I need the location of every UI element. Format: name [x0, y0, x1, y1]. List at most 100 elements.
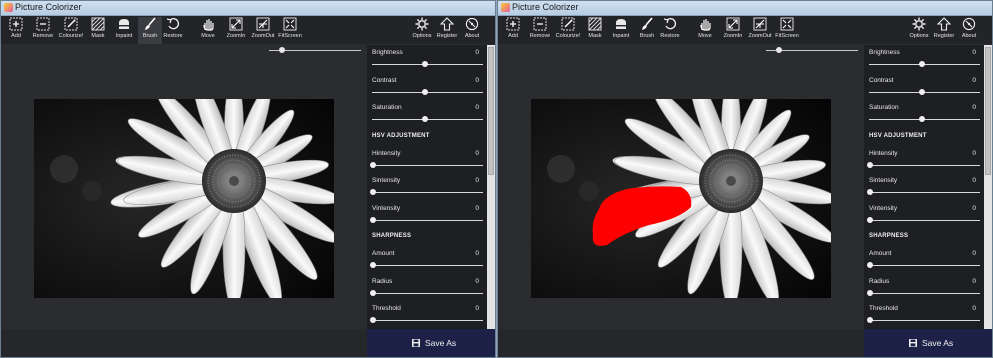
mask-button[interactable]: Mask [583, 17, 607, 44]
adjust-row-sintensity: Sintensity 0 [864, 173, 984, 200]
threshold-slider-knob[interactable] [867, 317, 873, 323]
radius-slider-knob[interactable] [867, 289, 873, 296]
photo-frame[interactable] [531, 99, 831, 298]
hintensity-slider-track[interactable] [869, 164, 980, 166]
app-window-right: Picture Colorizer Add Remove Colourize! Mask… [497, 0, 993, 358]
image-canvas[interactable] [498, 57, 864, 329]
image-canvas[interactable] [1, 57, 367, 329]
vintensity-slider-track[interactable] [372, 219, 483, 221]
amount-slider-knob[interactable] [867, 262, 873, 268]
section-heading: HSV ADJUSTMENT [372, 132, 430, 139]
about-button[interactable]: About [460, 17, 484, 44]
window-title: Picture Colorizer [512, 2, 579, 12]
radius-slider-knob[interactable] [370, 289, 376, 296]
radius-value: 0 [475, 277, 479, 285]
radius-slider-track[interactable] [372, 292, 483, 294]
zoom-slider-knob[interactable] [776, 47, 782, 53]
panel-scrollbar[interactable] [487, 45, 495, 329]
panel-scrollbar-thumb[interactable] [488, 47, 494, 175]
contrast-slider-knob[interactable] [422, 88, 428, 95]
threshold-slider-track[interactable] [869, 320, 980, 321]
brightness-value: 0 [475, 49, 479, 56]
adjust-row-radius: Radius 0 [864, 274, 984, 301]
sintensity-slider-track[interactable] [869, 192, 980, 193]
zoomin-button[interactable]: ZoomIn [224, 17, 248, 44]
remove-button[interactable]: Remove [31, 17, 55, 44]
hintensity-value: 0 [475, 149, 479, 157]
contrast-value: 0 [972, 76, 976, 84]
move-button[interactable]: Move [196, 17, 220, 44]
vintensity-label: Vintensity [869, 204, 898, 212]
brightness-slider-knob[interactable] [919, 61, 925, 67]
zoom-slider-knob[interactable] [279, 47, 285, 53]
adjust-row-brightness: Brightness 0 [864, 45, 984, 72]
sintensity-slider-knob[interactable] [370, 189, 376, 195]
vintensity-slider-track[interactable] [869, 219, 980, 221]
restore-button[interactable]: Restore [161, 17, 185, 44]
colourize-button[interactable]: Colourize! [59, 17, 83, 44]
adjustments-panel: Brightness 0 Contrast 0 Saturation 0 HSV ADJUS… [864, 45, 984, 329]
hintensity-slider-track[interactable] [372, 164, 483, 166]
panel-scrollbar[interactable] [984, 45, 992, 329]
restore-button[interactable]: Restore [658, 17, 682, 44]
saturation-slider-knob[interactable] [422, 116, 428, 122]
contrast-value: 0 [475, 76, 479, 84]
hintensity-slider-knob[interactable] [370, 161, 376, 168]
fitscreen-label: FitScreen [775, 33, 799, 39]
move-button[interactable]: Move [693, 17, 717, 44]
about-label: About [464, 33, 480, 39]
options-button[interactable]: Options [907, 17, 931, 44]
vintensity-slider-knob[interactable] [370, 216, 376, 223]
zoomout-button[interactable]: ZoomOut [748, 17, 772, 44]
threshold-label: Threshold [372, 305, 401, 312]
contrast-slider-knob[interactable] [919, 88, 925, 95]
sintensity-slider-knob[interactable] [867, 189, 873, 195]
register-button[interactable]: Register [932, 17, 956, 44]
colourize-icon [64, 17, 78, 31]
saturation-slider-knob[interactable] [919, 116, 925, 122]
register-button[interactable]: Register [435, 17, 459, 44]
about-button[interactable]: About [957, 17, 981, 44]
floppy-disk-icon [412, 339, 420, 347]
brush-button[interactable]: Brush [635, 17, 659, 44]
fitscreen-button[interactable]: FitScreen [775, 17, 799, 44]
remove-button[interactable]: Remove [528, 17, 552, 44]
panel-scrollbar-thumb[interactable] [985, 47, 991, 175]
options-button[interactable]: Options [410, 17, 434, 44]
colourize-button[interactable]: Colourize! [556, 17, 580, 44]
threshold-slider-knob[interactable] [370, 317, 376, 323]
add-button[interactable]: Add [4, 17, 28, 44]
radius-slider-track[interactable] [869, 292, 980, 294]
move-hand-icon [203, 19, 214, 31]
threshold-slider-track[interactable] [372, 320, 483, 321]
save-as-button[interactable]: Save As [367, 329, 495, 357]
vintensity-value: 0 [475, 204, 479, 212]
vintensity-slider-knob[interactable] [867, 216, 873, 223]
threshold-value: 0 [475, 305, 479, 312]
fitscreen-button[interactable]: FitScreen [278, 17, 302, 44]
adjust-row-threshold: Threshold 0 [864, 301, 984, 328]
inpaint-icon [119, 19, 129, 29]
save-as-button[interactable]: Save As [864, 329, 992, 357]
brush-icon [642, 17, 653, 30]
zoom-slider[interactable] [766, 47, 858, 54]
sintensity-label: Sintensity [372, 177, 401, 184]
inpaint-button[interactable]: Inpaint [609, 17, 633, 44]
photo-frame[interactable] [34, 99, 334, 298]
amount-slider-knob[interactable] [370, 262, 376, 268]
adjust-row-radius: Radius 0 [367, 274, 487, 301]
sintensity-slider-track[interactable] [372, 192, 483, 193]
hintensity-slider-knob[interactable] [867, 161, 873, 168]
brightness-slider-knob[interactable] [422, 61, 428, 67]
mask-button[interactable]: Mask [86, 17, 110, 44]
register-arrow-icon [440, 17, 454, 31]
brush-button[interactable]: Brush [138, 17, 162, 44]
amount-slider-track[interactable] [372, 265, 483, 266]
inpaint-button[interactable]: Inpaint [112, 17, 136, 44]
adjust-row-vintensity: Vintensity 0 [367, 201, 487, 228]
zoomin-button[interactable]: ZoomIn [721, 17, 745, 44]
zoom-slider[interactable] [269, 47, 361, 54]
add-button[interactable]: Add [501, 17, 525, 44]
zoomout-button[interactable]: ZoomOut [251, 17, 275, 44]
amount-slider-track[interactable] [869, 265, 980, 266]
